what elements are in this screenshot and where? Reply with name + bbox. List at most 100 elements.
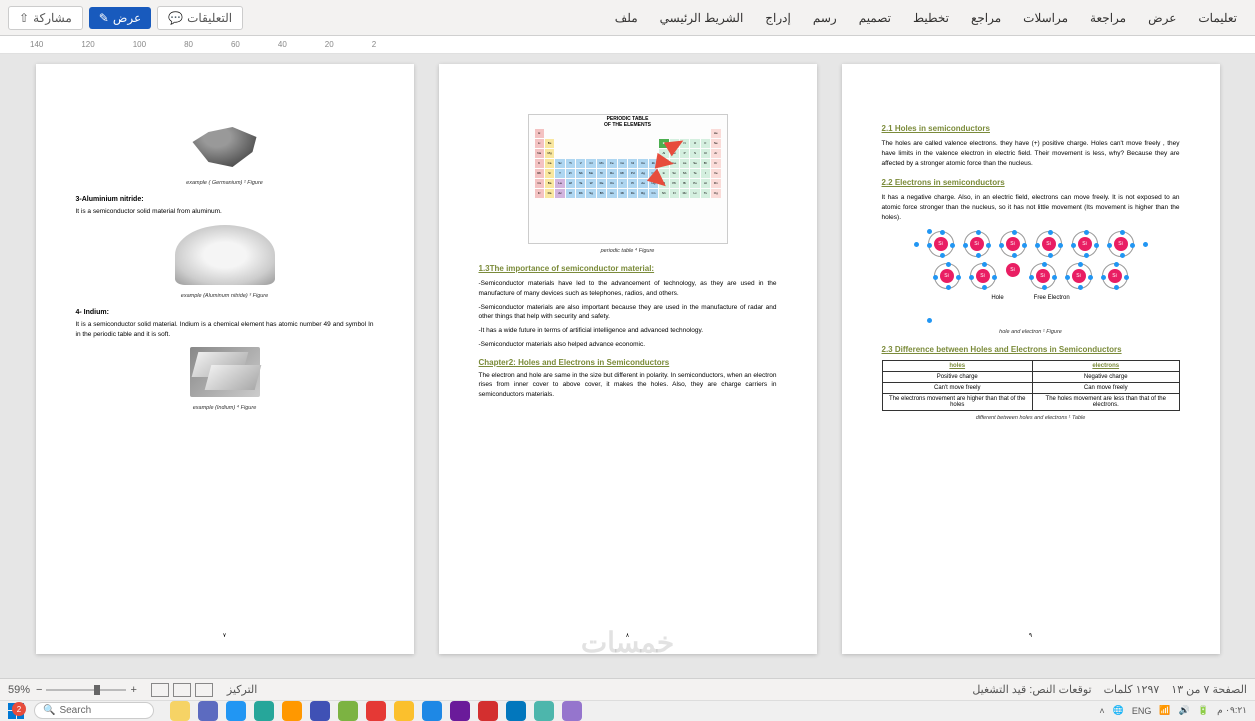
- ruler-mark: 120: [81, 40, 94, 49]
- tab-mailings[interactable]: مراسلات: [1013, 5, 1078, 31]
- page-position[interactable]: الصفحة ٧ من ١٣: [1171, 683, 1247, 696]
- search-icon: 🔍: [43, 705, 55, 716]
- watermark: خمسات: [581, 626, 674, 659]
- zoom-slider[interactable]: [46, 689, 126, 691]
- tray-wifi-icon[interactable]: 📶: [1159, 705, 1170, 716]
- label-free-electron: Free Electron: [1034, 295, 1070, 301]
- td: Negative charge: [1032, 371, 1179, 382]
- view-mode-buttons: [151, 683, 213, 697]
- lattice-diagram: Si Si Si Si Si Si Si Si Si Si Si Si Hole…: [916, 231, 1146, 321]
- tab-review[interactable]: مراجعة: [1080, 5, 1136, 31]
- comments-label: التعليقات: [187, 11, 232, 25]
- tray-battery-icon[interactable]: 🔋: [1198, 705, 1209, 716]
- td: Positive charge: [882, 371, 1032, 382]
- horizontal-ruler[interactable]: 140 120 100 80 60 40 20 2: [0, 36, 1255, 54]
- tab-references[interactable]: مراجع: [961, 5, 1011, 31]
- ruler-mark: 140: [30, 40, 43, 49]
- tab-design[interactable]: تصميم: [849, 5, 901, 31]
- notification-badge[interactable]: 2: [12, 702, 26, 716]
- th-electrons: electrons: [1032, 360, 1179, 371]
- toolbar-left: ⇧ مشاركة ✎ عرض 💬 التعليقات: [8, 6, 243, 30]
- aln-caption: example (Aluminum nitride) ³ Figure: [76, 293, 374, 299]
- periodic-grid: HHe LiBeBCNOFNe NaMgAlSiPSClAr KCaScTiVC…: [535, 129, 721, 198]
- bullet-2: -Semiconductor materials are also import…: [479, 303, 777, 323]
- word-count[interactable]: ١٢٩٧ كلمات: [1104, 683, 1160, 696]
- label-hole: Hole: [991, 295, 1003, 301]
- app-icon[interactable]: [422, 701, 442, 721]
- tray-network-icon[interactable]: 🌐: [1113, 705, 1124, 716]
- td: Can move freely: [1032, 382, 1179, 393]
- ruler-mark: 20: [325, 40, 334, 49]
- text-prediction[interactable]: توقعات النص: قيد التشغيل: [972, 683, 1091, 696]
- taskbar-search[interactable]: 🔍 Search: [34, 702, 154, 719]
- heading-chapter2: Chapter2: Holes and Electrons in Semicon…: [479, 358, 777, 367]
- tab-file[interactable]: ملف: [605, 5, 648, 31]
- app-icon[interactable]: [366, 701, 386, 721]
- page-number: ٩: [1029, 632, 1032, 639]
- display-icon: ✎: [99, 11, 109, 25]
- indium-image: [190, 347, 260, 397]
- difference-table: holeselectrons Positive chargeNegative c…: [882, 360, 1180, 411]
- ruler-mark: 2: [372, 40, 376, 49]
- tab-home[interactable]: الشريط الرئيسي: [650, 5, 754, 31]
- tray-chevron-icon[interactable]: ˄: [1099, 706, 1104, 716]
- app-icon[interactable]: [562, 701, 582, 721]
- zoom-in-icon[interactable]: +: [130, 684, 136, 696]
- taskbar-apps: [170, 701, 582, 721]
- heading-aln: 3-Aluminium nitride:: [76, 196, 374, 203]
- share-button[interactable]: ⇧ مشاركة: [8, 6, 83, 30]
- display-button[interactable]: ✎ عرض: [89, 7, 151, 29]
- zoom-out-icon[interactable]: −: [36, 684, 42, 696]
- germanium-caption: example ( Germanium) ² Figure: [76, 180, 374, 186]
- page-7: example ( Germanium) ² Figure 3-Aluminiu…: [36, 64, 414, 654]
- app-icon[interactable]: [338, 701, 358, 721]
- tab-insert[interactable]: إدراج: [755, 5, 801, 31]
- periodic-caption: periodic table ⁴ Figure: [479, 248, 777, 254]
- aln-image: [175, 225, 275, 285]
- tab-help[interactable]: تعليمات: [1188, 5, 1247, 31]
- comment-icon: 💬: [168, 11, 183, 25]
- app-icon[interactable]: [506, 701, 526, 721]
- heading-22: 2.2 Electrons in semiconductors: [882, 178, 1180, 187]
- th-holes: holes: [882, 360, 1032, 371]
- app-icon[interactable]: [450, 701, 470, 721]
- app-icon[interactable]: [478, 701, 498, 721]
- windows-taskbar: 🔍 Search ˄ 🌐 ENG 📶 🔊 🔋 ٠٩:٢١ م: [0, 700, 1255, 720]
- text-aln: It is a semiconductor solid material fro…: [76, 207, 374, 217]
- share-label: مشاركة: [33, 11, 72, 25]
- td: Can't move freely: [882, 382, 1032, 393]
- page-8: PERIODIC TABLE OF THE ELEMENTS HHe LiBeB…: [439, 64, 817, 654]
- tab-draw[interactable]: رسم: [803, 5, 847, 31]
- app-icon[interactable]: [198, 701, 218, 721]
- app-icon[interactable]: [310, 701, 330, 721]
- text-indium: It is a semiconductor solid material. In…: [76, 320, 374, 340]
- app-icon[interactable]: [170, 701, 190, 721]
- app-icon[interactable]: [282, 701, 302, 721]
- app-icon[interactable]: [254, 701, 274, 721]
- zoom-control[interactable]: − +: [36, 684, 137, 696]
- tab-view[interactable]: عرض: [1138, 5, 1186, 31]
- periodic-table-image: PERIODIC TABLE OF THE ELEMENTS HHe LiBeB…: [528, 114, 728, 244]
- tray-volume-icon[interactable]: 🔊: [1179, 705, 1190, 716]
- read-mode-icon[interactable]: [151, 683, 169, 697]
- td: The electrons movement are higher than t…: [882, 393, 1032, 410]
- tab-layout[interactable]: تخطيط: [903, 5, 959, 31]
- comments-button[interactable]: 💬 التعليقات: [157, 6, 243, 30]
- web-layout-icon[interactable]: [195, 683, 213, 697]
- app-icon[interactable]: [534, 701, 554, 721]
- app-icon[interactable]: [394, 701, 414, 721]
- document-area[interactable]: example ( Germanium) ² Figure 3-Aluminiu…: [0, 54, 1255, 694]
- periodic-title: PERIODIC TABLE OF THE ELEMENTS: [604, 117, 651, 128]
- language-indicator[interactable]: ENG: [1132, 706, 1152, 716]
- share-icon: ⇧: [19, 11, 29, 25]
- ruler-mark: 60: [231, 40, 240, 49]
- ruler-mark: 100: [133, 40, 146, 49]
- print-layout-icon[interactable]: [173, 683, 191, 697]
- clock[interactable]: ٠٩:٢١ م: [1217, 705, 1247, 716]
- app-icon[interactable]: [226, 701, 246, 721]
- text-chapter2: The electron and hole are same in the si…: [479, 371, 777, 400]
- search-placeholder: Search: [59, 705, 91, 716]
- ribbon-tabs: ملف الشريط الرئيسي إدراج رسم تصميم تخطيط…: [605, 5, 1247, 31]
- focus-button[interactable]: التركيز: [227, 683, 257, 696]
- lattice-caption: hole and electron ¹ Figure: [882, 329, 1180, 335]
